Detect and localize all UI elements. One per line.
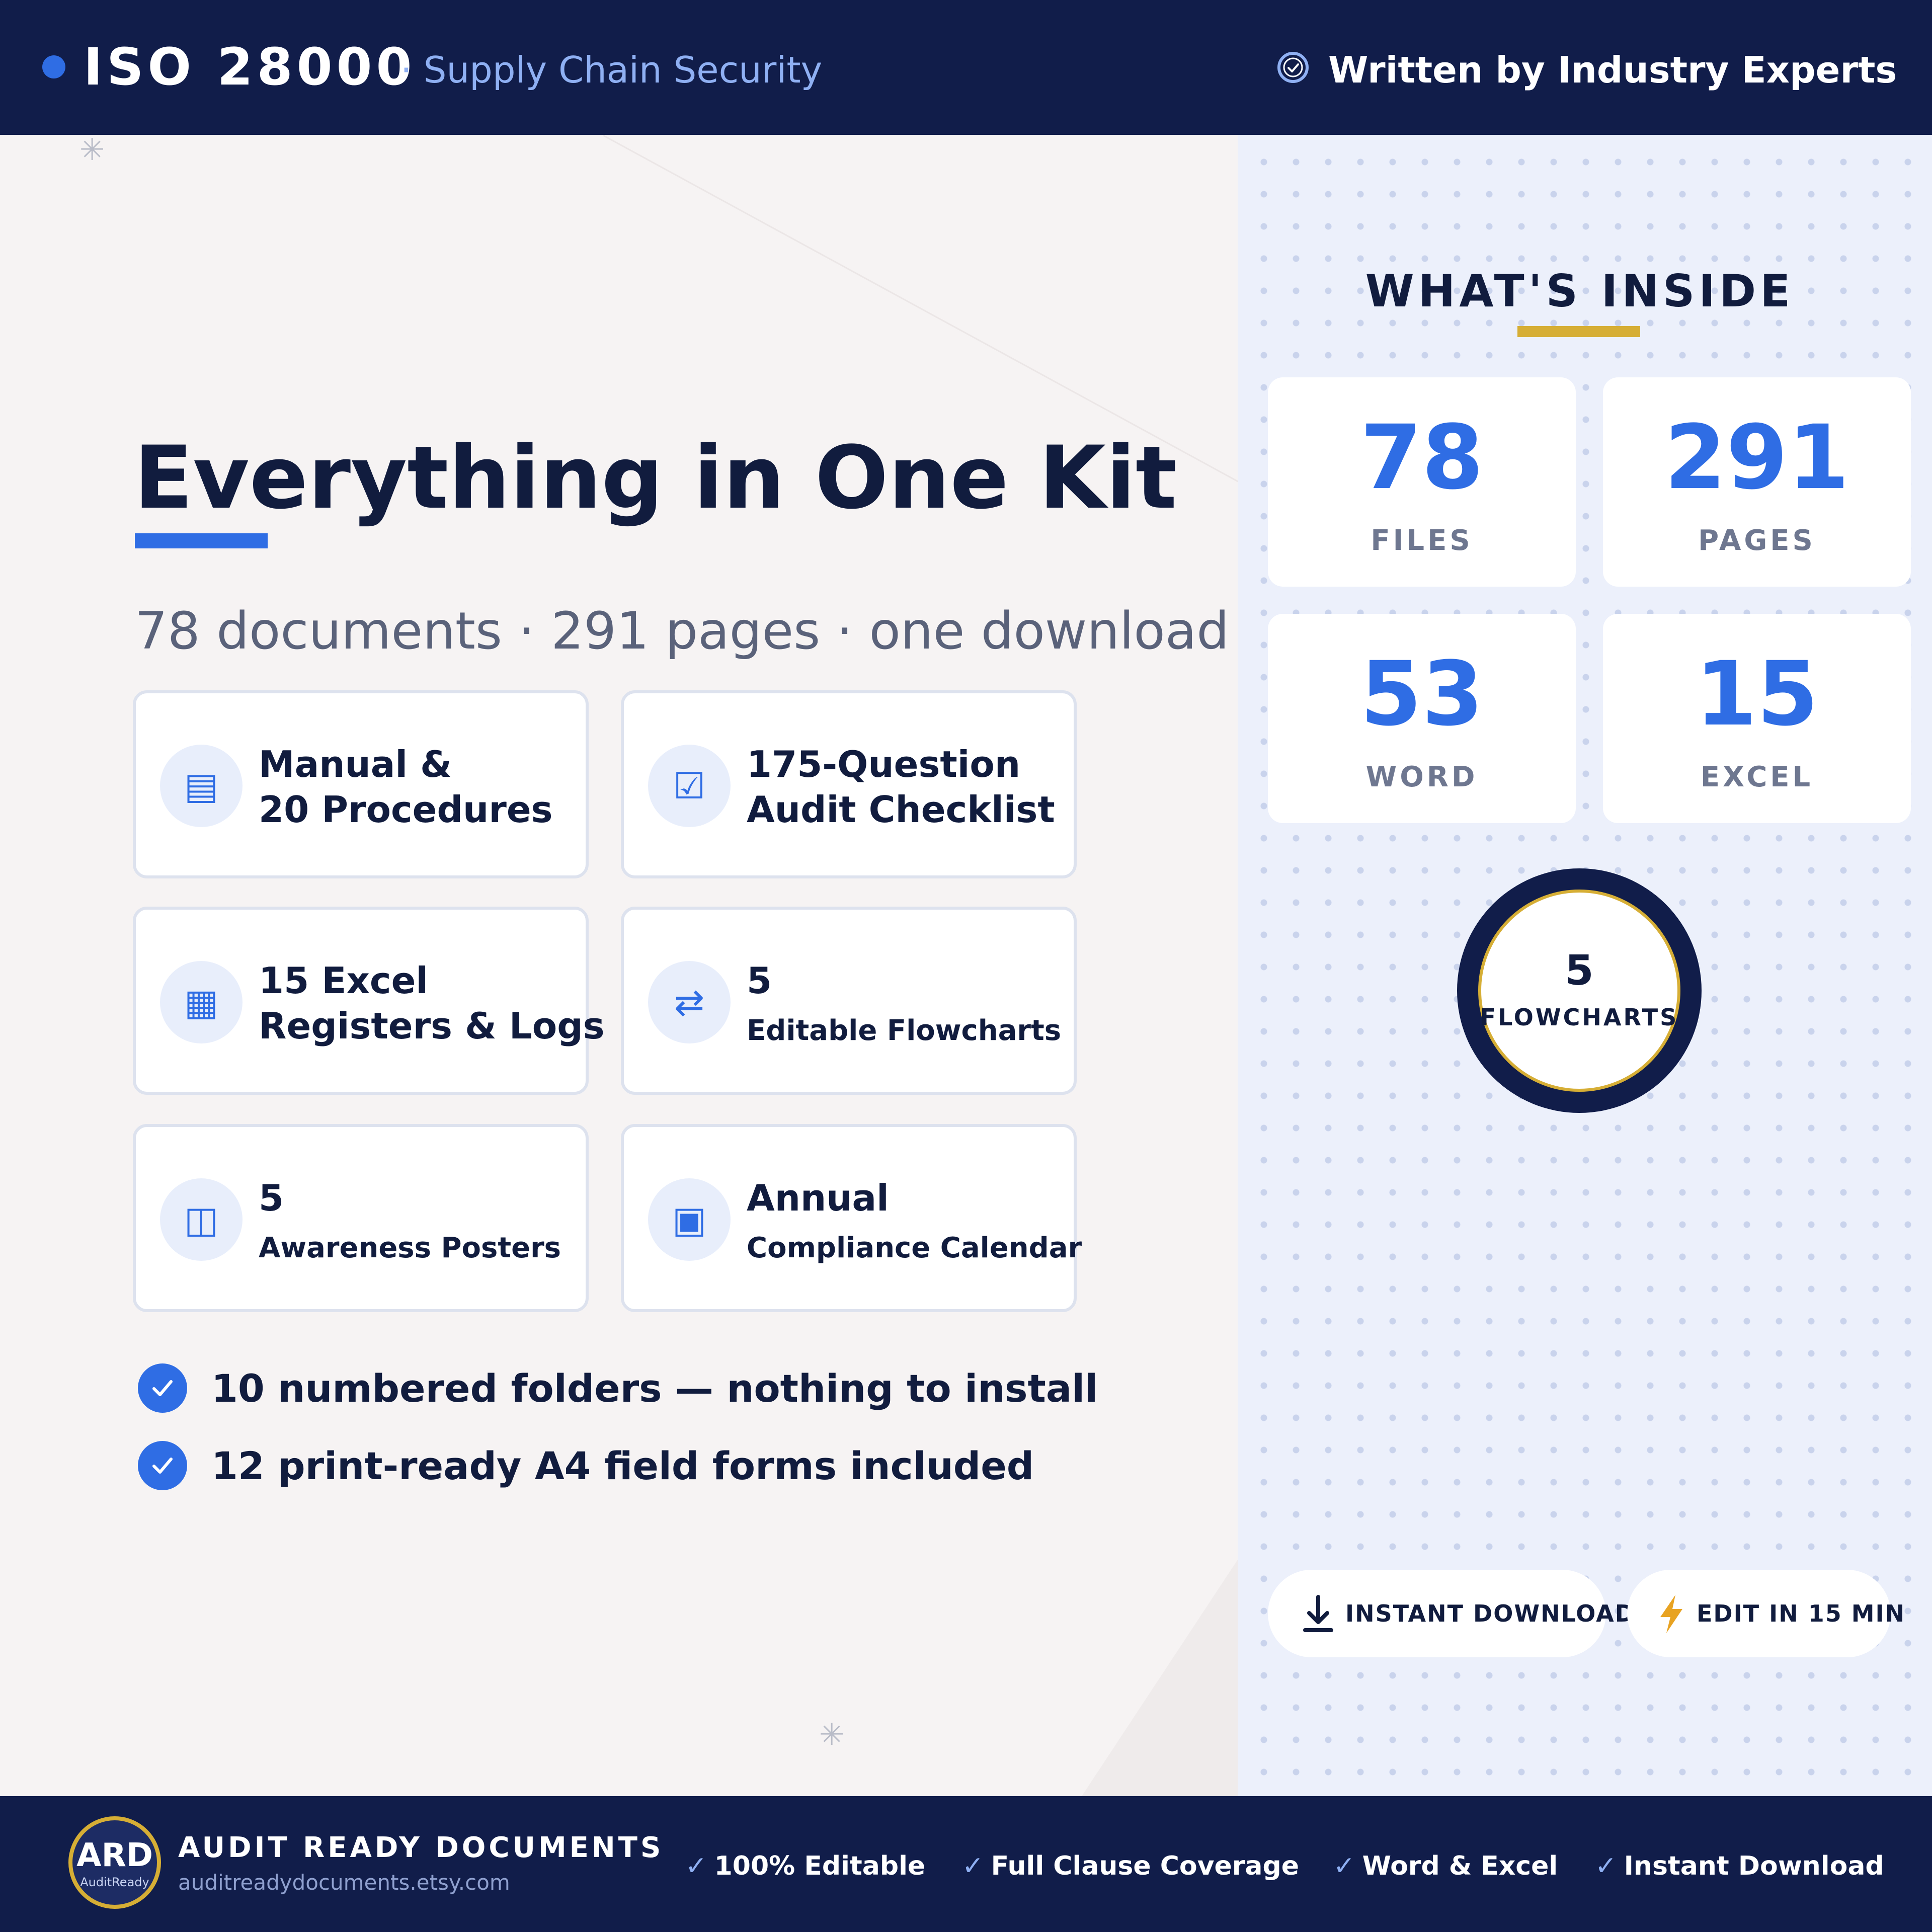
feature-title: 5 [747, 959, 772, 1002]
feature-subtitle: Compliance Calendar [747, 1232, 1082, 1264]
feature-title: Manual & [259, 743, 452, 785]
whats-inside-title: WHAT'S INSIDE [1365, 265, 1795, 317]
feature-subtitle: Editable Flowcharts [747, 1014, 1062, 1047]
seal-value: 5 [1565, 947, 1594, 995]
feature-subtitle: Awareness Posters [259, 1232, 561, 1264]
feature-subtitle: Registers & Logs [259, 1005, 605, 1047]
pill-label: INSTANT DOWNLOAD [1345, 1600, 1635, 1627]
check-icon: ✓ [962, 1851, 984, 1881]
flow-arrows-icon: ⇄ [648, 961, 731, 1043]
edit-time-pill: EDIT IN 15 MIN [1627, 1570, 1904, 1657]
standard-title: ISO 28000 [84, 37, 416, 97]
seal-label: FLOWCHARTS [1480, 1004, 1679, 1031]
calendar-icon: ▣ [648, 1178, 731, 1261]
title-underline [1517, 326, 1640, 337]
title-underline [135, 533, 268, 548]
standard-subtitle: · Supply Chain Security [400, 49, 823, 91]
check-icon: ✓ [1595, 1851, 1617, 1881]
stat-value: 15 [1695, 642, 1819, 746]
stat-label: EXCEL [1700, 761, 1814, 793]
footer-feature-label: Word & Excel [1362, 1851, 1558, 1881]
logo-text: ARD [76, 1837, 153, 1874]
footer-feature: ✓ 100% Editable [685, 1849, 925, 1883]
instant-download-pill: INSTANT DOWNLOAD [1268, 1570, 1634, 1657]
footer-feature-label: Instant Download [1624, 1851, 1884, 1881]
footer-feature-label: 100% Editable [714, 1851, 926, 1881]
stat-value: 291 [1664, 406, 1849, 509]
shop-link[interactable]: auditreadydocuments.etsy.com [178, 1869, 510, 1897]
document-icon: ▤ [160, 745, 243, 827]
feature-title: 175-Question [747, 743, 1021, 785]
footer-feature: ✓ Instant Download [1595, 1849, 1884, 1883]
stat-card-files: 78 FILES [1268, 377, 1576, 587]
feature-card-manual: ▤ Manual & 20 Procedures [133, 690, 589, 878]
check-icon: ✓ [685, 1851, 707, 1881]
kit-summary: 78 documents · 291 pages · one download [135, 601, 1229, 661]
logo-subtext: AuditReady [80, 1875, 149, 1889]
footer-feature-label: Full Clause Coverage [991, 1851, 1299, 1881]
feature-card-posters: ◫ 5 Awareness Posters [133, 1124, 589, 1312]
feature-card-calendar: ▣ Annual Compliance Calendar [621, 1124, 1082, 1312]
download-icon [1303, 1595, 1333, 1632]
stat-card-pages: 291 PAGES [1603, 377, 1911, 587]
status-dot [42, 55, 65, 78]
experts-badge-text: Written by Industry Experts [1328, 49, 1897, 91]
sparkle-icon: ✳ [79, 132, 105, 168]
feature-title: Annual [747, 1177, 889, 1219]
check-text: 12 print-ready A4 field forms included [211, 1443, 1034, 1488]
checkmark-icon [138, 1363, 187, 1413]
feature-card-registers: ▦ 15 Excel Registers & Logs [133, 907, 605, 1095]
feature-title: 5 [259, 1177, 284, 1219]
poster-icon: ◫ [160, 1178, 243, 1261]
feature-subtitle: Audit Checklist [747, 788, 1055, 831]
stat-card-word: 53 WORD [1268, 614, 1576, 823]
verified-check-icon [1277, 52, 1309, 83]
stat-card-excel: 15 EXCEL [1603, 614, 1911, 823]
pill-label: EDIT IN 15 MIN [1697, 1600, 1906, 1627]
check-text: 10 numbered folders — nothing to install [211, 1366, 1098, 1411]
checklist-icon: ☑ [648, 745, 731, 827]
page-title: Everything in One Kit [134, 427, 1177, 528]
stat-value: 53 [1360, 642, 1484, 746]
checkmark-icon [138, 1441, 187, 1490]
feature-title: 15 Excel [259, 959, 429, 1002]
feature-card-flowcharts: ⇄ 5 Editable Flowcharts [621, 907, 1077, 1095]
stat-label: PAGES [1698, 524, 1816, 557]
footer-feature: ✓ Word & Excel [1333, 1849, 1558, 1883]
check-icon: ✓ [1333, 1851, 1355, 1881]
sparkle-icon: ✳ [819, 1717, 845, 1752]
brand-name: AUDIT READY DOCUMENTS [178, 1831, 664, 1864]
feature-subtitle: 20 Procedures [259, 788, 553, 831]
decorative-triangle [1082, 1560, 1238, 1796]
stat-label: WORD [1365, 761, 1478, 793]
spreadsheet-icon: ▦ [160, 961, 243, 1043]
footer-feature: ✓ Full Clause Coverage [962, 1849, 1299, 1883]
stat-value: 78 [1360, 406, 1484, 509]
stat-label: FILES [1371, 524, 1473, 557]
feature-card-checklist: ☑ 175-Question Audit Checklist [621, 690, 1077, 878]
lightning-icon [1660, 1595, 1682, 1633]
